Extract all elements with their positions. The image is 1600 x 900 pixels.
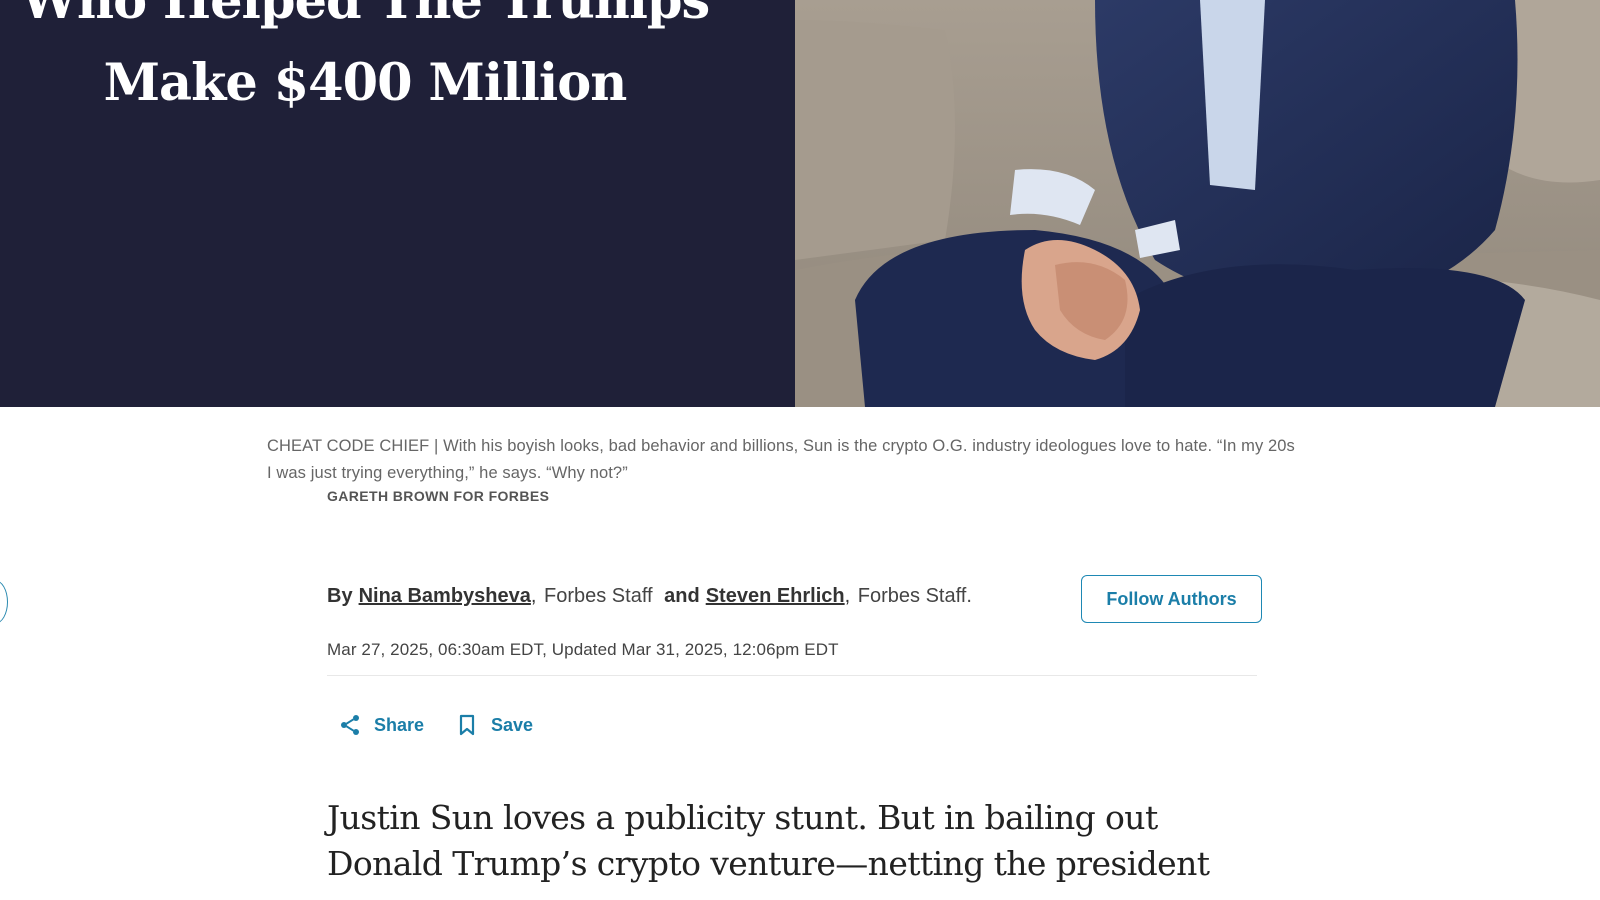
hero-photo-illustration [795, 0, 1600, 407]
byline-by: By [327, 585, 353, 607]
divider [327, 675, 1257, 676]
article-lede: Justin Sun loves a publicity stunt. But … [327, 795, 1227, 887]
author-role: Forbes Staff [544, 585, 653, 607]
share-icon [341, 715, 359, 735]
author-role: Forbes Staff. [857, 585, 972, 607]
photo-caption: CHEAT CODE CHIEF | With his boyish looks… [267, 437, 1295, 482]
hero-photo [795, 0, 1600, 407]
byline-separator: , [530, 585, 537, 607]
share-label: Share [374, 714, 425, 735]
scroll-indicator[interactable] [0, 580, 8, 624]
photo-credit: GARETH BROWN FOR FORBES [327, 488, 550, 504]
hero-title-panel: Who Helped The Trumps Make $400 Million [0, 0, 795, 407]
lede-line: Justin Sun loves a publicity stunt. But … [327, 798, 1158, 837]
bookmark-icon [459, 714, 475, 736]
share-button[interactable]: Share [338, 713, 424, 737]
byline-separator: , [844, 585, 851, 607]
article-title: Who Helped The Trumps Make $400 Million [0, 0, 730, 124]
byline: By Nina Bambysheva, Forbes Staff and Steve… [327, 585, 972, 608]
dateline: Mar 27, 2025, 06:30am EDT, Updated Mar 3… [327, 640, 839, 659]
hero: Who Helped The Trumps Make $400 Million [0, 0, 1600, 407]
article-title-line: Who Helped The Trumps [20, 0, 710, 31]
byline-and: and [664, 585, 700, 607]
author-link[interactable]: Steven Ehrlich [706, 585, 845, 607]
save-label: Save [491, 714, 534, 735]
follow-authors-button[interactable]: Follow Authors [1081, 575, 1262, 623]
author-link[interactable]: Nina Bambysheva [359, 585, 531, 607]
article-title-line: Make $400 Million [103, 53, 628, 113]
lede-line: Donald Trump’s crypto venture—netting th… [327, 844, 1210, 883]
save-button[interactable]: Save [455, 713, 533, 737]
